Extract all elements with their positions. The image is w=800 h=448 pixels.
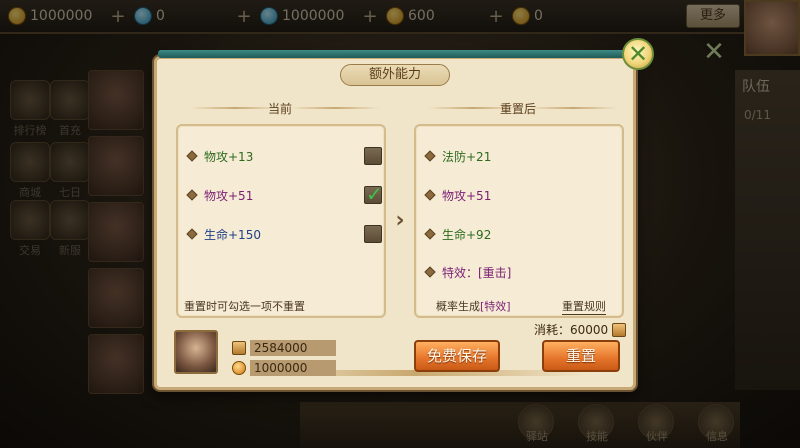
lock-hint-text: 重置时可勾选一项不重置 <box>184 300 305 313</box>
probability-prefix: 概率生成 <box>436 300 480 313</box>
diamond-bullet-icon <box>424 189 436 201</box>
after-attributes-box: 法防+21 物攻+51 生命+92 特效：[重击] 概率生成[特效] 重置规则 <box>414 124 624 318</box>
lock-checkbox[interactable] <box>364 147 382 165</box>
coin-resource: 1000000 <box>232 360 336 376</box>
after-attr-row: 特效：[重击] <box>424 262 512 282</box>
cost-value: 60000 <box>570 322 609 337</box>
current-attr-row: 生命+150 <box>186 224 261 244</box>
coin-icon <box>232 361 246 375</box>
close-button[interactable]: ✕ <box>622 38 654 70</box>
lock-checkbox[interactable] <box>364 225 382 243</box>
reset-button[interactable]: 重置 <box>542 340 620 372</box>
current-attributes-box: 物攻+13 物攻+51 ✓ 生命+150 重置时可勾选一项不重置 <box>176 124 386 318</box>
divider <box>528 107 618 109</box>
after-attr-row: 法防+21 <box>424 146 492 166</box>
current-attr-row: 物攻+51 <box>186 185 254 205</box>
close-icon: ✕ <box>627 40 649 68</box>
after-attr-text: 生命+92 <box>442 227 492 242</box>
current-attr-text: 生命+150 <box>204 227 261 242</box>
diamond-bullet-icon <box>186 150 198 162</box>
probability-tag: [特效] <box>480 300 511 313</box>
after-attr-text: 特效：[重击] <box>442 265 512 280</box>
current-attr-text: 物攻+51 <box>204 188 254 203</box>
current-attr-row: 物攻+13 <box>186 146 254 166</box>
extra-ability-dialog: ✕ 额外能力 当前 重置后 物攻+13 物攻+51 ✓ 生命+150 重置时可勾… <box>150 38 654 390</box>
probability-note: 概率生成[特效] <box>436 298 511 314</box>
hero-portrait <box>174 330 218 374</box>
free-save-button[interactable]: 免费保存 <box>414 340 500 372</box>
diamond-bullet-icon <box>424 266 436 278</box>
reset-cost: 消耗： 60000 <box>534 321 627 338</box>
divider <box>290 107 380 109</box>
diamond-bullet-icon <box>424 228 436 240</box>
after-attr-text: 物攻+51 <box>442 188 492 203</box>
after-attr-row: 生命+92 <box>424 224 492 244</box>
background-close-icon: ✕ <box>703 37 725 67</box>
current-attr-text: 物攻+13 <box>204 149 254 164</box>
arrow-right-icon: › <box>395 208 405 233</box>
dialog-title: 额外能力 <box>340 64 450 86</box>
coin-count: 1000000 <box>250 360 336 376</box>
cost-label: 消耗： <box>534 323 571 337</box>
scroll-count: 2584000 <box>250 340 336 356</box>
checkmark-icon: ✓ <box>366 182 383 206</box>
diamond-bullet-icon <box>186 189 198 201</box>
after-attr-text: 法防+21 <box>442 149 492 164</box>
diamond-bullet-icon <box>186 228 198 240</box>
scroll-icon <box>232 341 246 355</box>
scroll-resource: 2584000 <box>232 340 336 356</box>
after-attr-row: 物攻+51 <box>424 185 492 205</box>
scroll-icon <box>612 322 627 337</box>
lock-checkbox[interactable]: ✓ <box>364 182 383 206</box>
reset-rules-link[interactable]: 重置规则 <box>562 298 606 315</box>
dialog-top-border <box>158 50 634 58</box>
diamond-bullet-icon <box>424 150 436 162</box>
